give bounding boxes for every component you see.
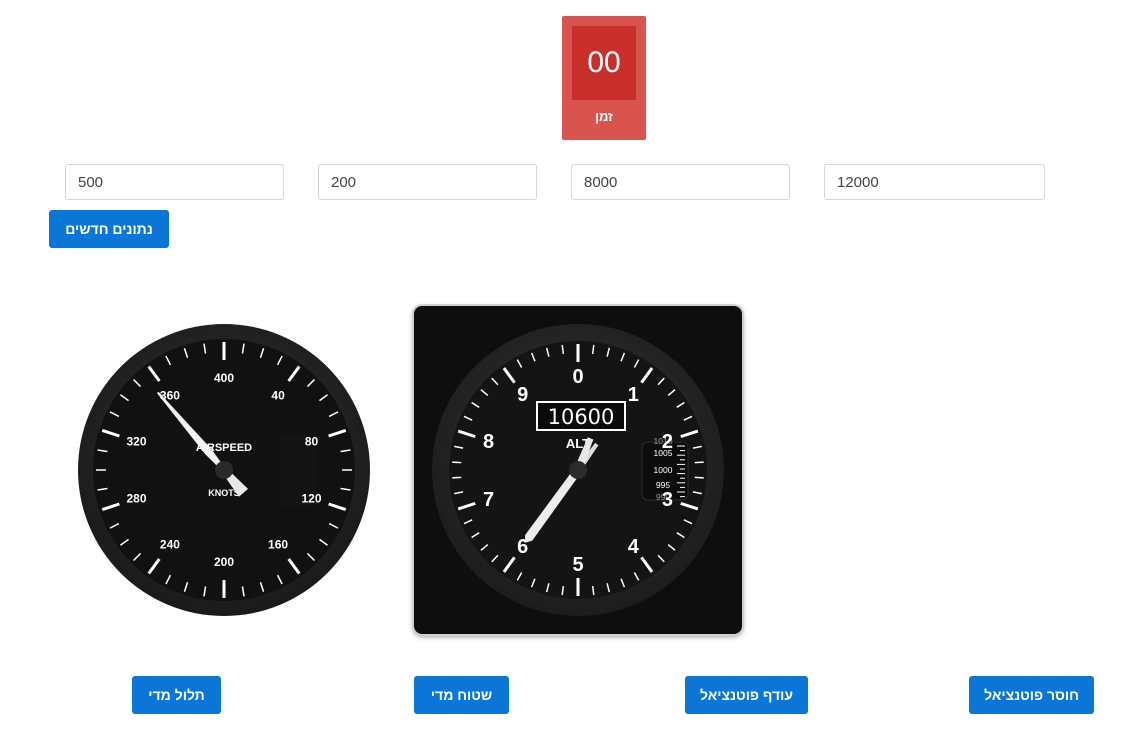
airspeed-scale-label: 80 [305, 435, 319, 449]
altimeter-digit: 8 [483, 431, 494, 453]
airspeed-scale-label: 400 [214, 371, 234, 385]
surplus-potential-button[interactable]: עודף פוטנציאל [685, 676, 808, 714]
data-input-3[interactable] [571, 164, 790, 200]
altimeter-digit: 4 [628, 536, 640, 558]
altimeter-digit: 1 [628, 384, 639, 406]
airspeed-scale-label: 280 [126, 491, 146, 505]
altimeter-digit: 2 [662, 431, 673, 453]
timer-label: זמן [595, 109, 613, 124]
altimeter-digit: 0 [572, 366, 583, 388]
altimeter-hub [569, 461, 587, 479]
airspeed-scale-label: 240 [160, 537, 180, 551]
flat-measure-button[interactable]: שטוח מדי [414, 676, 509, 714]
altimeter-digit: 5 [572, 554, 583, 576]
altimeter-frame: 1010 1005 1000 995 990 0123456789 10600 ALT [414, 306, 742, 634]
airspeed-scale-label: 320 [126, 435, 146, 449]
timer-panel: 00 זמן [562, 16, 646, 140]
altimeter-digit: 7 [483, 489, 494, 511]
airspeed-scale-label: 40 [271, 389, 285, 403]
altimeter-digit: 9 [517, 384, 528, 406]
pressure-label: 1000 [654, 465, 673, 475]
altimeter-tick [452, 461, 462, 464]
altimeter-digit: 3 [662, 489, 673, 511]
deficit-potential-button[interactable]: חוסר פוטנציאל [969, 676, 1094, 714]
altimeter-tick [694, 476, 704, 479]
airspeed-scale-label: 200 [214, 555, 234, 569]
airspeed-scale-label: 160 [268, 537, 288, 551]
data-input-2[interactable] [318, 164, 537, 200]
altimeter-gauge: 101010051000995990 0123456789 10600 ALT [432, 324, 724, 616]
data-input-4[interactable] [824, 164, 1045, 200]
timer-value: 00 [572, 26, 636, 100]
airspeed-gauge: 4080120160200240280320360400 AIRSPEED KN… [78, 324, 370, 616]
altimeter-tick [452, 476, 462, 479]
altimeter-tick [694, 461, 704, 464]
data-input-1[interactable] [65, 164, 284, 200]
altitude-readout: 10600 [548, 405, 615, 429]
airspeed-scale-label: 120 [301, 491, 321, 505]
steep-measure-button[interactable]: תלול מדי [132, 676, 221, 714]
airspeed-hub [215, 461, 233, 479]
new-data-button[interactable]: נתונים חדשים [49, 210, 169, 248]
